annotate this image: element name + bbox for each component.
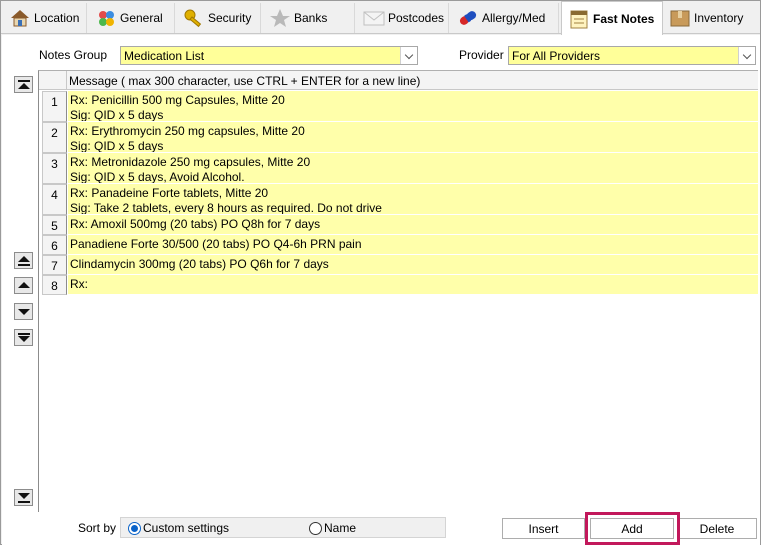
sort-options: Custom settings Name xyxy=(120,517,446,538)
arrow-down-icon xyxy=(18,336,30,342)
arrow-up-icon xyxy=(18,256,30,262)
sort-custom-label[interactable]: Custom settings xyxy=(143,521,229,535)
move-down-button[interactable] xyxy=(14,303,33,320)
move-up-button[interactable] xyxy=(14,277,33,294)
row-message[interactable]: Rx: Amoxil 500mg (20 tabs) PO Q8h for 7 … xyxy=(68,215,758,235)
tab-security[interactable]: Security xyxy=(177,3,261,33)
table-row[interactable]: 4 Rx: Panadeine Forte tablets, Mitte 20 … xyxy=(39,184,758,215)
tab-banks[interactable]: Banks xyxy=(263,3,355,33)
row-message[interactable]: Clindamycin 300mg (20 tabs) PO Q6h for 7… xyxy=(68,255,758,275)
notepad-icon xyxy=(568,9,590,29)
table-row[interactable]: 6 Panadiene Forte 30/500 (20 tabs) PO Q4… xyxy=(39,235,758,255)
provider-label: Provider xyxy=(459,48,504,62)
row-number[interactable]: 2 xyxy=(42,122,67,153)
sort-name-radio[interactable] xyxy=(309,522,322,535)
capsule-icon xyxy=(457,8,479,28)
sort-name-label[interactable]: Name xyxy=(324,521,356,535)
sort-by-label: Sort by xyxy=(78,521,117,535)
chevron-down-icon[interactable] xyxy=(400,47,417,64)
tab-bar: Location General Security Banks Postcode… xyxy=(1,1,760,35)
sort-custom-radio[interactable] xyxy=(128,522,141,535)
tab-location[interactable]: Location xyxy=(3,3,87,33)
notes-group-label: Notes Group xyxy=(39,48,108,62)
move-to-bottom-button[interactable] xyxy=(14,489,33,506)
delete-button[interactable]: Delete xyxy=(677,518,757,539)
bar-icon xyxy=(18,264,30,266)
move-last-button[interactable] xyxy=(14,329,33,346)
move-first-button[interactable] xyxy=(14,252,33,269)
row-message[interactable]: Rx: xyxy=(68,275,758,295)
table-row[interactable]: 3 Rx: Metronidazole 250 mg capsules, Mit… xyxy=(39,153,758,184)
tab-inventory[interactable]: Inventory xyxy=(663,3,759,33)
insert-button[interactable]: Insert xyxy=(502,518,585,539)
cubes-icon xyxy=(95,8,117,28)
notes-group-select[interactable]: Medication List xyxy=(120,46,418,65)
bottom-bar-icon xyxy=(18,501,30,503)
row-message[interactable]: Rx: Erythromycin 250 mg capsules, Mitte … xyxy=(68,122,758,153)
tab-general[interactable]: General xyxy=(89,3,175,33)
star-icon xyxy=(269,8,291,28)
table-row[interactable]: 2 Rx: Erythromycin 250 mg capsules, Mitt… xyxy=(39,122,758,153)
table-row[interactable]: 1 Rx: Penicillin 500 mg Capsules, Mitte … xyxy=(39,91,758,122)
row-number[interactable]: 3 xyxy=(42,153,67,184)
arrow-up-icon xyxy=(18,282,30,288)
arrow-down-icon xyxy=(18,309,30,315)
tab-allergy-med[interactable]: Allergy/Med xyxy=(451,3,559,33)
box-icon xyxy=(669,8,691,28)
arrow-down-icon xyxy=(18,493,30,499)
row-number[interactable]: 7 xyxy=(42,255,67,275)
provider-select[interactable]: For All Providers xyxy=(508,46,756,65)
chevron-down-icon[interactable] xyxy=(738,47,755,64)
row-number[interactable]: 6 xyxy=(42,235,67,255)
row-message[interactable]: Rx: Panadeine Forte tablets, Mitte 20 Si… xyxy=(68,184,758,215)
add-button-highlight xyxy=(585,512,680,545)
row-number[interactable]: 5 xyxy=(42,215,67,235)
key-icon xyxy=(183,8,205,28)
row-number[interactable]: 1 xyxy=(42,91,67,122)
tab-postcodes[interactable]: Postcodes xyxy=(357,3,449,33)
top-bar-icon xyxy=(18,80,30,82)
fast-notes-window: Location General Security Banks Postcode… xyxy=(0,0,761,545)
row-message[interactable]: Rx: Metronidazole 250 mg capsules, Mitte… xyxy=(68,153,758,184)
row-number[interactable]: 8 xyxy=(42,275,67,295)
tab-fast-notes[interactable]: Fast Notes xyxy=(561,1,663,35)
move-to-top-button[interactable] xyxy=(14,76,33,93)
arrow-up-icon xyxy=(18,83,30,89)
row-message[interactable]: Panadiene Forte 30/500 (20 tabs) PO Q4-6… xyxy=(68,235,758,255)
envelope-icon xyxy=(363,8,385,28)
row-number[interactable]: 4 xyxy=(42,184,67,215)
grid-header-message: Message ( max 300 character, use CTRL + … xyxy=(67,71,758,90)
house-icon xyxy=(9,8,31,28)
table-row[interactable]: 5 Rx: Amoxil 500mg (20 tabs) PO Q8h for … xyxy=(39,215,758,235)
table-row[interactable]: 7 Clindamycin 300mg (20 tabs) PO Q6h for… xyxy=(39,255,758,275)
fast-notes-panel: Notes Group Medication List Provider For… xyxy=(2,35,760,545)
bar-icon xyxy=(18,333,30,335)
notes-grid: Message ( max 300 character, use CTRL + … xyxy=(38,70,758,512)
grid-corner xyxy=(39,71,67,90)
table-row[interactable]: 8 Rx: xyxy=(39,275,758,295)
row-message[interactable]: Rx: Penicillin 500 mg Capsules, Mitte 20… xyxy=(68,91,758,122)
